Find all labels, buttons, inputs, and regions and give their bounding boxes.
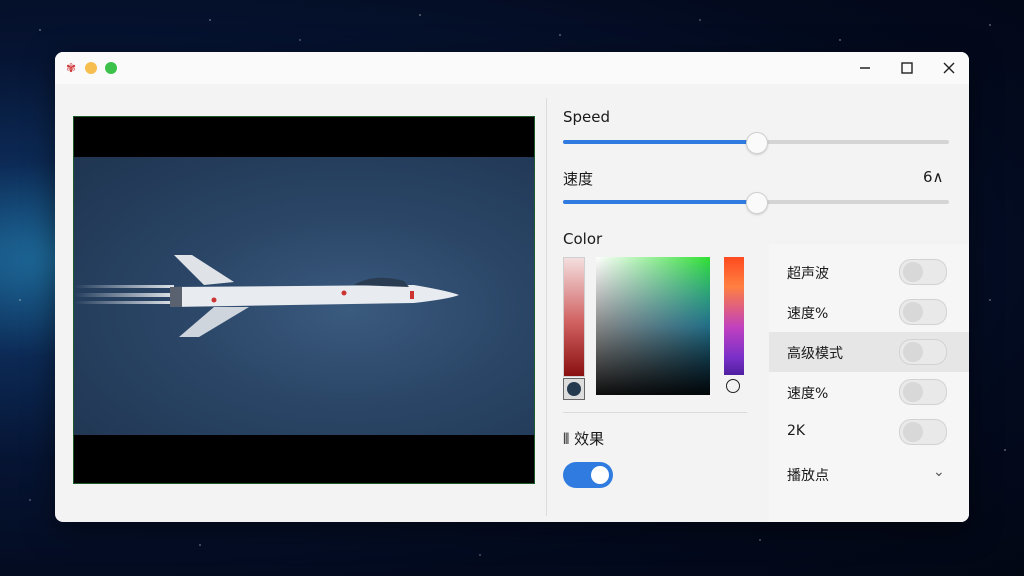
speed2-label: 速度 bbox=[563, 170, 594, 188]
option-row-4[interactable]: 2K bbox=[769, 412, 969, 452]
color-picker-field[interactable] bbox=[596, 257, 710, 395]
zoom-traffic-light[interactable] bbox=[105, 62, 117, 74]
speed-slider-fill bbox=[563, 140, 756, 144]
hue-bar[interactable] bbox=[724, 257, 744, 375]
hue-handle-icon[interactable] bbox=[726, 379, 740, 393]
effect-toggle[interactable] bbox=[563, 462, 613, 488]
playback-dropdown[interactable]: 播放点 ⌄ bbox=[769, 454, 969, 494]
option-toggle-2[interactable] bbox=[899, 339, 947, 365]
option-toggle-3[interactable] bbox=[899, 379, 947, 405]
chevron-down-icon: ⌄ bbox=[933, 464, 945, 480]
close-button[interactable] bbox=[934, 56, 964, 80]
minimize-button[interactable] bbox=[850, 56, 880, 80]
jet-scene bbox=[74, 157, 534, 435]
maximize-button[interactable] bbox=[892, 56, 922, 80]
option-label: 超声波 bbox=[787, 266, 829, 282]
speed-slider-thumb[interactable] bbox=[746, 132, 768, 154]
option-row-3[interactable]: 速度% bbox=[769, 372, 969, 412]
panel-divider bbox=[546, 98, 547, 516]
option-label: 速度% bbox=[787, 306, 829, 322]
effect-label: ⫴ 效果 bbox=[563, 430, 605, 448]
color-separator bbox=[563, 412, 747, 413]
option-label: 2K bbox=[787, 423, 806, 439]
option-toggle-4[interactable] bbox=[899, 419, 947, 445]
maximize-icon bbox=[901, 62, 913, 74]
speed2-slider[interactable] bbox=[563, 192, 949, 214]
color-label: Color bbox=[563, 230, 603, 248]
dropdown-label: 播放点 bbox=[787, 468, 829, 484]
speed-label: Speed bbox=[563, 108, 611, 126]
close-icon bbox=[943, 62, 955, 74]
option-toggle-1[interactable] bbox=[899, 299, 947, 325]
effect-toggle-knob bbox=[591, 466, 609, 484]
video-preview[interactable] bbox=[73, 116, 535, 484]
swatch-color bbox=[567, 382, 581, 396]
option-label: 高级模式 bbox=[787, 346, 843, 362]
option-label: 速度% bbox=[787, 386, 829, 402]
speed2-slider-fill bbox=[563, 200, 756, 204]
option-row-1[interactable]: 速度% bbox=[769, 292, 969, 332]
minimize-traffic-light[interactable] bbox=[85, 62, 97, 74]
speed2-slider-thumb[interactable] bbox=[746, 192, 768, 214]
color-swatch[interactable] bbox=[563, 378, 585, 400]
title-bar: ✾ bbox=[55, 52, 969, 84]
app-logo-icon: ✾ bbox=[65, 61, 77, 75]
option-toggle-0[interactable] bbox=[899, 259, 947, 285]
options-panel: 超声波 速度% 高级模式 速度% 2K 播放点 ⌄ bbox=[769, 244, 969, 522]
option-row-2[interactable]: 高级模式 bbox=[769, 332, 969, 372]
speed2-readout: 6∧ bbox=[923, 168, 944, 186]
fighter-jet-image bbox=[74, 255, 459, 337]
option-row-0[interactable]: 超声波 bbox=[769, 252, 969, 292]
app-window: ✾ Speed 速度 6∧ Color ⫴ 效果 超声波 速度% 高级模式 速度… bbox=[55, 52, 969, 522]
minimize-icon bbox=[860, 67, 870, 69]
saturation-bar[interactable] bbox=[563, 257, 585, 377]
speed-slider[interactable] bbox=[563, 132, 949, 154]
